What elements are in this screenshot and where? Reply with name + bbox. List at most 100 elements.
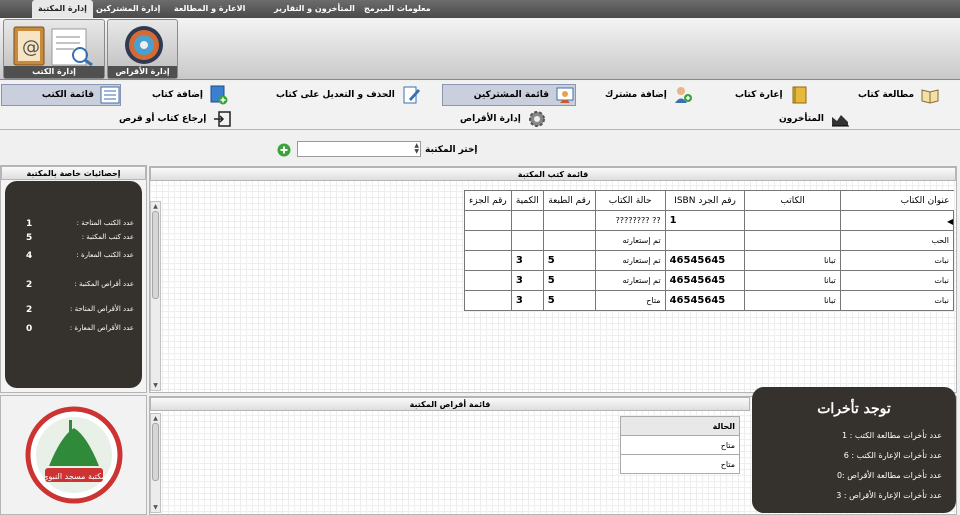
- cell[interactable]: [542, 210, 596, 231]
- read-book-button[interactable]: مطالعة كتاب: [858, 84, 940, 106]
- scroll-thumb[interactable]: [152, 211, 159, 299]
- edit-delete-book-button[interactable]: الحذف و التعديل على كتاب: [276, 84, 421, 106]
- stat-value: 5: [26, 233, 33, 243]
- table-header-row: عنوان الكتاب الكاتب رقم الجرد ISBN حالة …: [464, 190, 954, 211]
- disks-scrollbar[interactable]: ▲ ▼: [150, 413, 161, 513]
- scroll-up-icon[interactable]: ▲: [151, 414, 160, 423]
- stat-value: 0: [26, 324, 33, 334]
- manage-disks-label: إدارة الأقراص: [460, 114, 521, 124]
- cell[interactable]: 46545645: [664, 250, 746, 271]
- menu-lending-reading[interactable]: الاعارة و المطالعة: [174, 0, 245, 18]
- add-book-button[interactable]: إضافة كتاب: [152, 84, 229, 106]
- table-row[interactable]: 1 ?? ????????: [464, 210, 955, 231]
- mosque-logo: مكتبة مسجد النبوي: [25, 406, 123, 504]
- books-list-button[interactable]: قائمة الكتب: [1, 84, 121, 106]
- cell[interactable]: نبات: [839, 290, 955, 311]
- cell[interactable]: تم إستعارته: [594, 250, 666, 271]
- gear-icon: [528, 111, 545, 127]
- stat-value: 1: [26, 219, 33, 229]
- col-author[interactable]: الكاتب: [744, 190, 841, 211]
- scroll-down-icon[interactable]: ▼: [151, 381, 160, 390]
- stat-row: عدد الأقراص المتاحة : 2: [10, 305, 134, 317]
- cell[interactable]: [542, 230, 596, 251]
- cell[interactable]: 3: [510, 290, 544, 311]
- table-row[interactable]: متاح: [620, 454, 740, 474]
- cell[interactable]: 5: [542, 270, 596, 291]
- cell[interactable]: تبانا: [744, 270, 841, 291]
- disks-management-button[interactable]: إدارة الأقراص: [107, 19, 178, 79]
- add-user-icon: [674, 87, 692, 103]
- cell[interactable]: تم إستعارته: [594, 230, 666, 251]
- manage-disks-button[interactable]: إدارة الأقراص: [460, 108, 547, 130]
- cell[interactable]: [510, 230, 544, 251]
- menu-subscribers-management[interactable]: إدارة المشتركين: [96, 0, 160, 18]
- table-row[interactable]: متاح: [620, 435, 740, 455]
- cell[interactable]: 3: [510, 270, 544, 291]
- cell[interactable]: [464, 210, 512, 231]
- cell[interactable]: 3: [510, 250, 544, 271]
- library-select[interactable]: ▲ ▼: [297, 141, 421, 157]
- cell[interactable]: تبانا: [744, 250, 841, 271]
- cell[interactable]: متاح: [620, 454, 740, 474]
- books-management-button[interactable]: @ إدارة الكتب: [3, 19, 105, 79]
- scroll-up-icon[interactable]: ▲: [151, 202, 160, 211]
- cell[interactable]: تبانا: [744, 290, 841, 311]
- cell[interactable]: [744, 230, 841, 251]
- col-quantity[interactable]: الكمية: [510, 190, 544, 211]
- delay-line: عدد تأخرات الإعارة الأقراص : 3: [836, 491, 942, 500]
- late-label: المتأخرون: [779, 114, 824, 124]
- delays-panel: توجد تأخرات عدد تأخرات مطالعة الكتب : 1 …: [752, 387, 956, 513]
- cell[interactable]: 1: [664, 210, 746, 231]
- menu-late-reports[interactable]: المتأخرون و التقارير: [274, 0, 355, 18]
- table-row[interactable]: نبات تبانا 46545645 تم إستعارته 5 3: [464, 270, 955, 291]
- add-subscriber-button[interactable]: إضافة مشترك: [605, 84, 693, 106]
- cell[interactable]: ?? ????????: [594, 210, 666, 231]
- cell[interactable]: [510, 210, 544, 231]
- toolbar: مطالعة كتاب إعارة كتاب إضافة مشترك قائمة…: [0, 82, 960, 130]
- menu-programmer-info[interactable]: معلومات المبرمج: [364, 0, 431, 18]
- stats-panel: عدد الكتب المتاحة :1 عدد كتب المكتبة :5 …: [5, 181, 142, 388]
- cell[interactable]: 46545645: [664, 270, 746, 291]
- cell[interactable]: متاح: [620, 435, 740, 455]
- lend-book-button[interactable]: إعارة كتاب: [735, 84, 809, 106]
- logo-caption: مكتبة مسجد النبوي: [42, 472, 106, 481]
- cell[interactable]: [464, 270, 512, 291]
- cell[interactable]: الحب: [839, 230, 955, 251]
- cell[interactable]: تم إستعارته: [594, 270, 666, 291]
- return-book-button[interactable]: إرجاع كتاب أو قرص: [119, 108, 232, 130]
- cell[interactable]: [839, 210, 955, 231]
- col-part[interactable]: رقم الجزء: [464, 190, 512, 211]
- col-edition[interactable]: رقم الطبعة: [542, 190, 596, 211]
- disks-list-title: قائمة أقراص المكتبة: [150, 397, 750, 411]
- books-contacts-icon: @: [13, 26, 93, 67]
- current-row-indicator-icon: ◀: [947, 217, 954, 226]
- table-row[interactable]: نبات تبانا 46545645 متاح 5 3: [464, 290, 955, 311]
- cell[interactable]: متاح: [594, 290, 666, 311]
- cell[interactable]: نبات: [839, 270, 955, 291]
- cell[interactable]: 5: [542, 250, 596, 271]
- books-scrollbar[interactable]: ▲ ▼: [150, 201, 161, 391]
- cell[interactable]: [464, 230, 512, 251]
- col-status[interactable]: حالة الكتاب: [594, 190, 666, 211]
- late-button[interactable]: المتأخرون: [779, 108, 850, 130]
- cell[interactable]: 46545645: [664, 290, 746, 311]
- read-book-label: مطالعة كتاب: [858, 90, 915, 100]
- scroll-down-icon[interactable]: ▼: [151, 503, 160, 512]
- menu-library-management[interactable]: إدارة المكتبة: [32, 0, 93, 18]
- col-state[interactable]: الحالة: [620, 416, 740, 436]
- logo-container: مكتبة مسجد النبوي: [0, 395, 147, 515]
- add-library-icon[interactable]: [277, 143, 291, 157]
- col-isbn[interactable]: رقم الجرد ISBN: [664, 190, 746, 211]
- cell[interactable]: [664, 230, 746, 251]
- disks-table: الحالة متاح متاح: [620, 416, 740, 474]
- cell[interactable]: [464, 290, 512, 311]
- cell[interactable]: [744, 210, 841, 231]
- col-title[interactable]: عنوان الكتاب: [840, 190, 954, 211]
- subscribers-list-button[interactable]: قائمة المشتركين: [442, 84, 576, 106]
- cell[interactable]: [464, 250, 512, 271]
- table-row[interactable]: الحب تم إستعارته: [464, 230, 955, 251]
- cell[interactable]: 5: [542, 290, 596, 311]
- cell[interactable]: نبات: [839, 250, 955, 271]
- table-row[interactable]: نبات تبانا 46545645 تم إستعارته 5 3: [464, 250, 955, 271]
- scroll-thumb[interactable]: [152, 423, 159, 481]
